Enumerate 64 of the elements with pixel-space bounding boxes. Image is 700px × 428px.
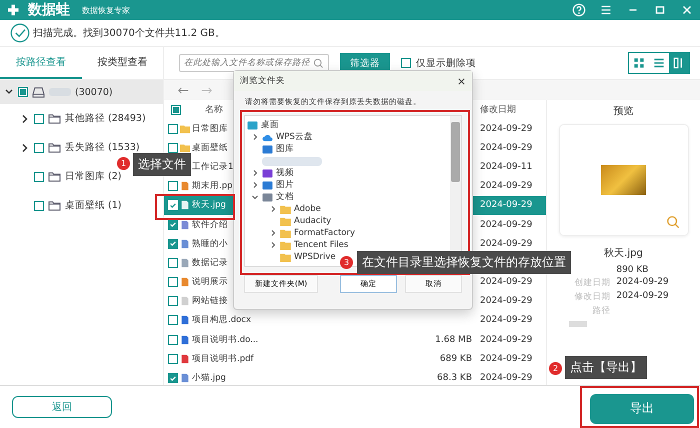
file-name: 日常图库 xyxy=(192,122,228,135)
file-name: 项目说明书.do... xyxy=(192,334,258,346)
file-name: 数据记录 xyxy=(192,256,228,269)
tree-item-label: 丢失路径 (1533) xyxy=(65,141,140,154)
modified-date: 2024-09-29 xyxy=(480,373,534,384)
modified-date: 2024-09-29 xyxy=(480,334,534,345)
tree-item-label: 其他路径 (28493) xyxy=(65,112,146,125)
modified-date: 2024-09-29 xyxy=(480,181,534,192)
app-name: 数据蛙 xyxy=(28,1,70,19)
file-size: 68.3 KB xyxy=(436,373,472,384)
modified-date: 2024-09-29 xyxy=(480,124,534,134)
modified-date: 2024-09-29 xyxy=(480,200,534,210)
folder-name: 视频 xyxy=(276,167,294,179)
file-size: 1.68 MB xyxy=(434,334,472,345)
file-name: 桌面壁纸 xyxy=(192,142,228,154)
folder-name: 文档 xyxy=(276,191,294,203)
field-label: 路径 xyxy=(591,305,610,317)
field-label: 修改日期 xyxy=(573,291,610,303)
file-name: 说明展示 xyxy=(192,276,228,288)
file-size: 689 KB xyxy=(438,354,472,364)
modified-date: 2024-09-29 xyxy=(480,220,534,230)
preview-file-name: 秋天.jpg xyxy=(604,246,643,260)
modified-date: 2024-09-29 xyxy=(480,142,534,153)
field-value: 2024-09-29 xyxy=(616,291,669,303)
checkbox-label: 仅显示删除项 xyxy=(416,56,476,70)
app-subtitle: 数据恢复专家 xyxy=(82,4,130,16)
folder-name: Adobe xyxy=(294,204,321,214)
folder-name: Audacity xyxy=(294,216,332,226)
folder-name: 桌面 xyxy=(261,119,279,131)
modified-date: 2024-09-29 xyxy=(480,315,534,326)
file-size: 890 KB xyxy=(616,265,650,275)
tree-item-label: 桌面壁纸 (1) xyxy=(65,199,122,212)
file-name: 熟睡的小 xyxy=(192,238,228,250)
modified-date: 2024-09-29 xyxy=(480,277,534,288)
file-name: 小猫.jpg xyxy=(192,372,226,384)
file-name: 项目说明书.pdf xyxy=(192,352,254,365)
step-badge: 1 xyxy=(117,157,130,170)
scan-status-text: 扫描完成。找到30070个文件共11.2 GB。 xyxy=(33,26,225,40)
drive-file-count: (30070) xyxy=(75,86,113,98)
folder-name: 图片 xyxy=(276,179,294,191)
file-name: 期末用.pp xyxy=(192,180,232,192)
step-tooltip: 在文件目录里选择恢复文件的存放位置 xyxy=(357,251,571,274)
column-header: 修改日期 xyxy=(480,104,517,116)
file-name: 网站链接 xyxy=(192,295,228,308)
modified-date: 2024-09-29 xyxy=(480,238,534,249)
tree-item-label: 日常图库 (2) xyxy=(65,170,122,183)
step-tooltip: 点击【导出】 xyxy=(565,356,647,379)
step-tooltip: 选择文件 xyxy=(133,153,191,176)
step-badge: 2 xyxy=(549,362,562,375)
folder-name: WPSDrive xyxy=(294,252,336,262)
file-name: 软件介绍 xyxy=(192,218,228,231)
folder-name: Tencent Files xyxy=(294,240,348,250)
folder-name: 图库 xyxy=(276,143,294,155)
preview-title: 预览 xyxy=(614,105,634,118)
dialog-title: 浏览文件夹 xyxy=(240,75,285,87)
file-name: 项目构思.docx xyxy=(192,314,252,326)
modified-date: 2024-09-29 xyxy=(480,296,534,306)
field-value: 2024-09-29 xyxy=(616,277,669,289)
file-name: 秋天.jpg xyxy=(192,199,226,212)
modified-date: 2024-09-29 xyxy=(480,354,534,364)
folder-name: FormatFactory xyxy=(294,228,356,238)
column-header: 名称 xyxy=(205,104,223,116)
field-label: 创建日期 xyxy=(573,277,610,289)
folder-name: WPS云盘 xyxy=(276,131,313,143)
